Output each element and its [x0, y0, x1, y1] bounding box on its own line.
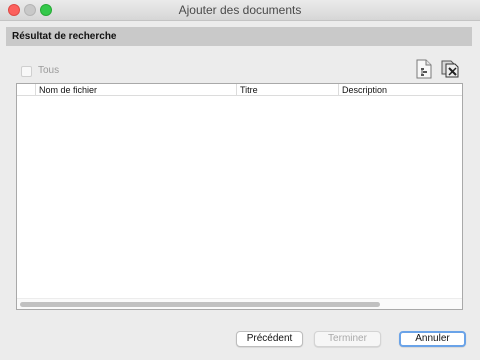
- copy-files-icon: [441, 60, 459, 78]
- cancel-button[interactable]: Annuler: [399, 331, 466, 347]
- add-file-icon: [416, 59, 432, 79]
- section-header: Résultat de recherche: [6, 27, 472, 46]
- column-header-title[interactable]: Titre: [236, 84, 338, 96]
- section-title: Résultat de recherche: [12, 31, 117, 42]
- scrollbar-thumb[interactable]: [20, 302, 380, 307]
- results-table[interactable]: Nom de fichier Titre Description: [16, 83, 463, 310]
- add-file-button[interactable]: [414, 58, 434, 80]
- dialog-window: Ajouter des documents Résultat de recher…: [0, 0, 480, 360]
- column-header-description[interactable]: Description: [338, 84, 462, 96]
- horizontal-scrollbar[interactable]: [17, 298, 462, 309]
- title-bar[interactable]: Ajouter des documents: [0, 0, 480, 21]
- finish-button[interactable]: Terminer: [314, 331, 381, 347]
- column-header-select[interactable]: [17, 84, 35, 96]
- table-header: Nom de fichier Titre Description: [17, 84, 462, 96]
- window-title: Ajouter des documents: [178, 3, 302, 17]
- column-header-filename[interactable]: Nom de fichier: [35, 84, 236, 96]
- select-all-label: Tous: [38, 65, 60, 76]
- select-all-checkbox[interactable]: [21, 66, 32, 77]
- copy-files-button[interactable]: [440, 58, 460, 80]
- previous-button[interactable]: Précédent: [236, 331, 303, 347]
- table-body: [17, 97, 462, 297]
